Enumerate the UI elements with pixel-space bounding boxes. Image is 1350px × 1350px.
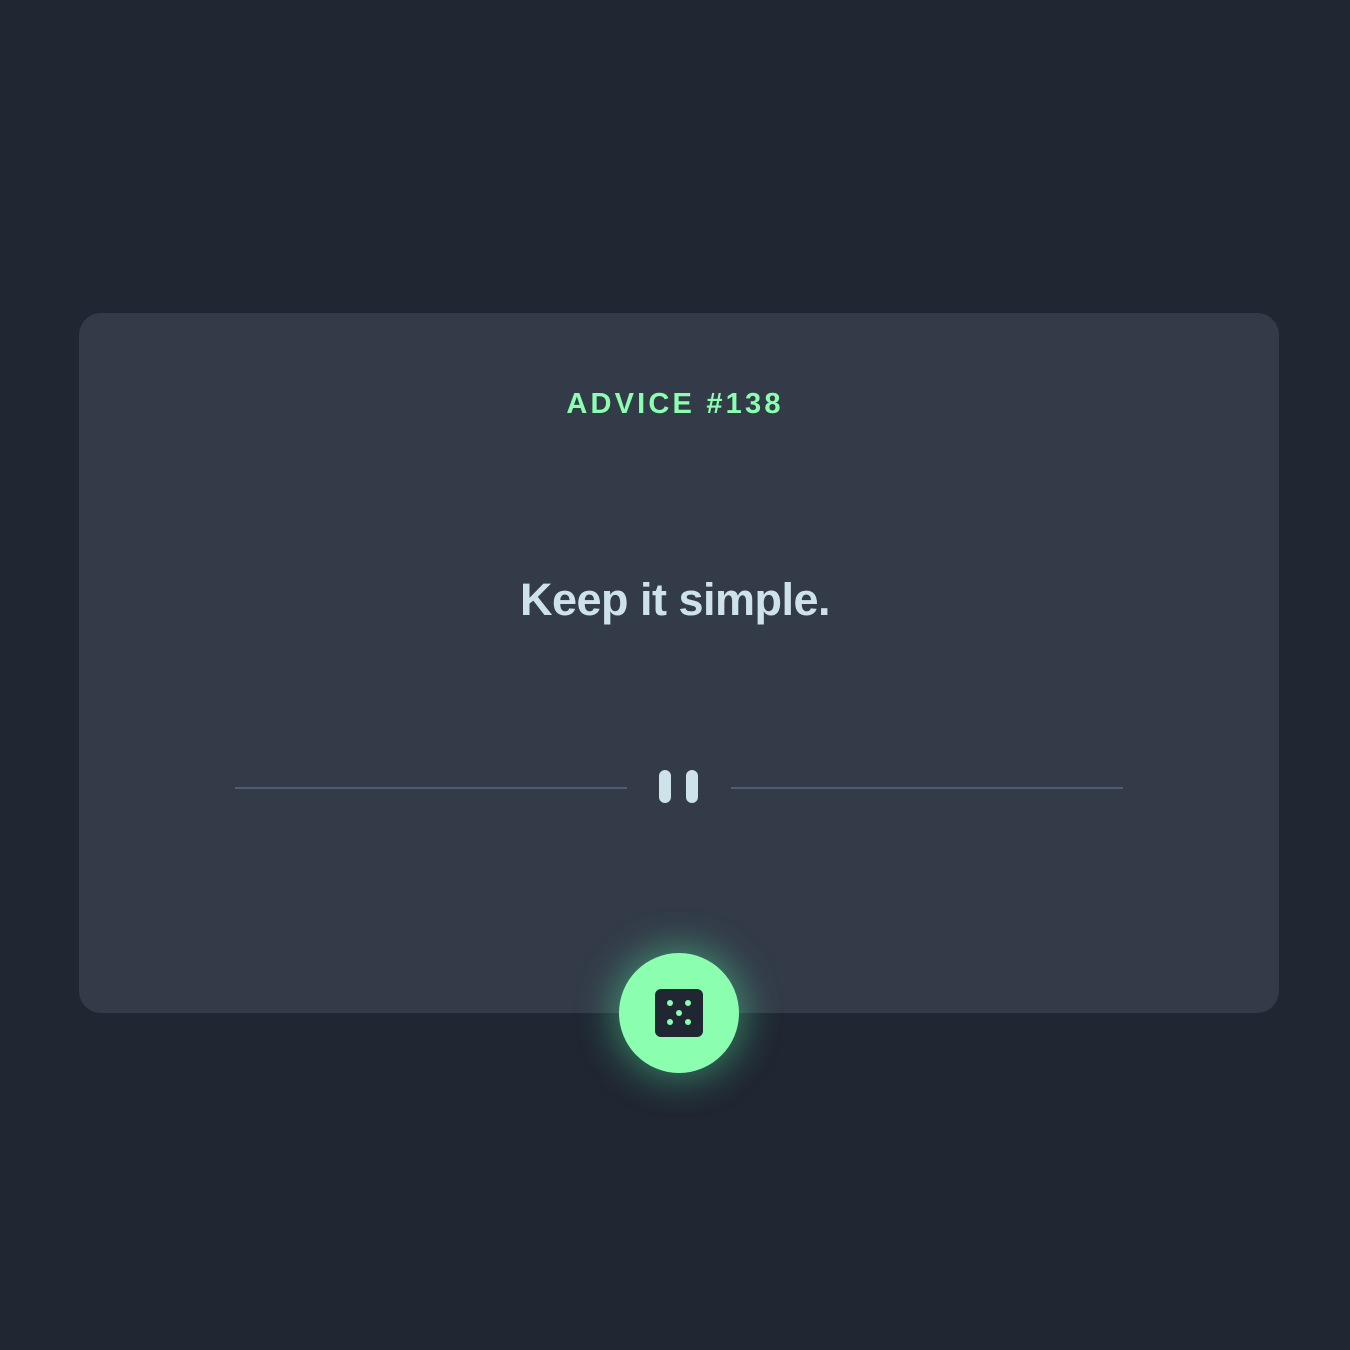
pause-bar-left <box>659 770 671 803</box>
advice-quote: Keep it simple. <box>519 574 831 625</box>
dice-icon <box>655 989 703 1037</box>
divider-line-right <box>731 787 1123 789</box>
pause-icon <box>659 770 699 804</box>
divider-line-left <box>235 787 627 789</box>
advice-id: ADVICE #138 <box>566 388 784 420</box>
new-advice-button[interactable] <box>619 953 739 1073</box>
divider <box>235 770 1123 804</box>
pause-bar-right <box>686 770 698 803</box>
page: ADVICE #138 Keep it simple. <box>0 0 1350 1350</box>
